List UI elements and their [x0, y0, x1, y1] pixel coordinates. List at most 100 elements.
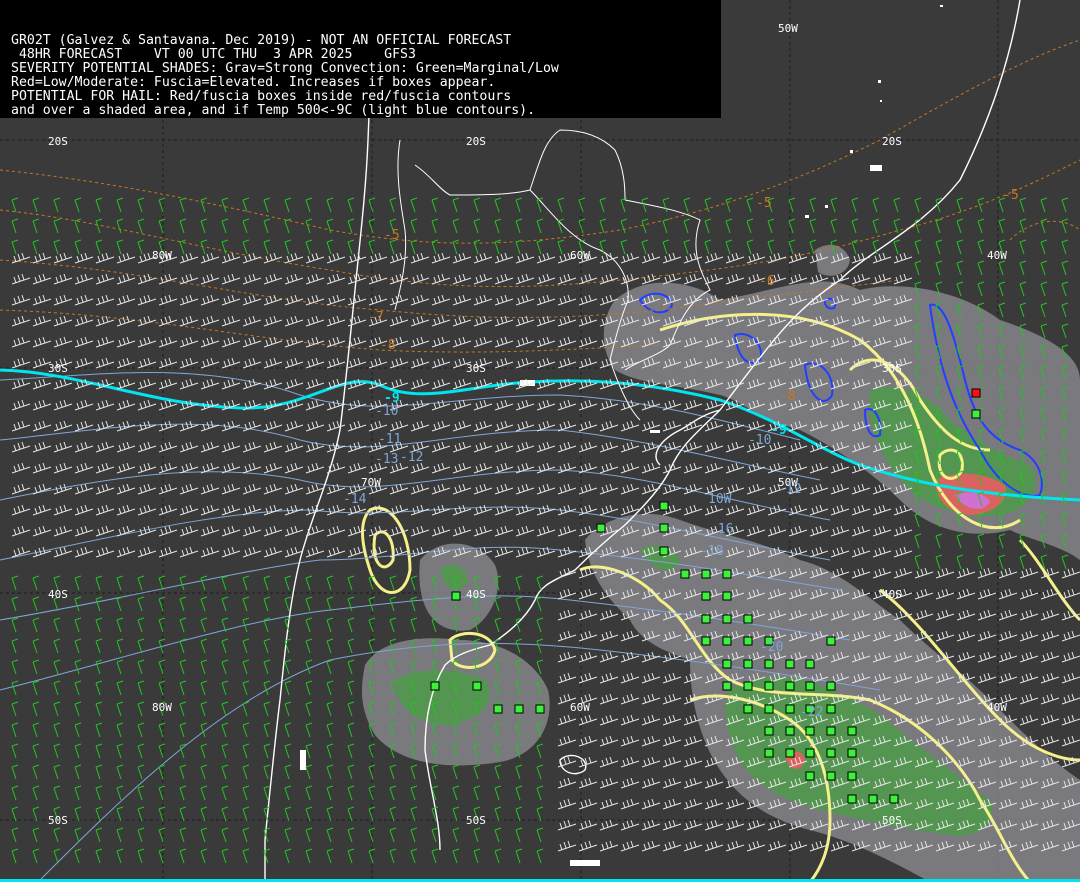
green-hail-box [764, 659, 774, 669]
grid-label: 50S [48, 814, 68, 827]
green-hail-box [743, 636, 753, 646]
green-hail-box [701, 569, 711, 579]
temp-label: -16 [710, 522, 734, 537]
green-hail-box [764, 681, 774, 691]
green-hail-box [659, 523, 669, 533]
green-hail-box [701, 614, 711, 624]
green-hail-box [785, 704, 795, 714]
grid-label: 30S [48, 362, 68, 375]
green-hail-box [680, 569, 690, 579]
green-hail-box [596, 523, 606, 533]
temp-label: -12 [400, 450, 424, 465]
green-hail-box [514, 704, 524, 714]
temp-label: -10 [748, 433, 772, 448]
green-hail-box [785, 659, 795, 669]
thickness-label: -8 [780, 389, 796, 404]
temp-label: -11 [378, 432, 402, 447]
green-hail-box [785, 748, 795, 758]
green-hail-box [659, 546, 669, 556]
green-hail-box [847, 726, 857, 736]
green-hail-box [764, 704, 774, 714]
green-hail-box [743, 659, 753, 669]
thickness-label: -8 [380, 338, 396, 353]
green-hail-box [722, 659, 732, 669]
grid-label: 70W [361, 476, 381, 489]
green-hail-box [805, 726, 815, 736]
grid-label: 50S [882, 814, 902, 827]
grid-label: 50W [778, 22, 798, 35]
grid-label: 20S [882, 135, 902, 148]
green-hail-box [764, 748, 774, 758]
green-hail-box [805, 748, 815, 758]
green-hail-box [826, 704, 836, 714]
green-hail-box [722, 614, 732, 624]
grid-label: 60W [570, 701, 590, 714]
thickness-label: -5 [756, 196, 772, 211]
forecast-header: GR02T (Galvez & Santavana. Dec 2019) - N… [0, 0, 721, 118]
grid-label: 20S [466, 135, 486, 148]
green-hail-box [722, 636, 732, 646]
grid-label: 80W [152, 249, 172, 262]
grid-label: 40W [987, 249, 1007, 262]
temp-label: -18 [700, 544, 724, 559]
green-hail-box [826, 636, 836, 646]
green-hail-box [847, 794, 857, 804]
temp-label: -22 [800, 705, 824, 720]
temp-label: -13 [375, 452, 399, 467]
temp-label: -12 [778, 482, 802, 497]
green-hail-box [722, 591, 732, 601]
green-hail-box [826, 726, 836, 736]
grid-label: 50S [466, 814, 486, 827]
green-hail-box [805, 681, 815, 691]
forecast-map [0, 0, 1080, 882]
green-hail-box [971, 409, 981, 419]
green-hail-box [659, 501, 669, 511]
green-hail-box [472, 681, 482, 691]
grid-label: 20S [48, 135, 68, 148]
green-hail-box [847, 771, 857, 781]
green-hail-box [535, 704, 545, 714]
grid-label: 60W [570, 249, 590, 262]
thickness-label: -5 [1003, 188, 1019, 203]
thickness-label: -5 [384, 228, 400, 243]
green-hail-box [451, 591, 461, 601]
temp-label: -10 [375, 404, 399, 419]
header-severity-legend: SEVERITY POTENTIAL SHADES: Grav=Strong C… [11, 61, 559, 76]
green-hail-box [764, 726, 774, 736]
green-hail-box [493, 704, 503, 714]
header-valid-time: 48HR FORECAST VT 00 UTC THU 3 APR 2025 G… [11, 47, 416, 62]
temp-label: -14 [343, 492, 367, 507]
header-severity-legend-2: Red=Low/Moderate: Fuscia=Elevated. Incre… [11, 75, 496, 90]
thickness-label: -7 [368, 310, 384, 325]
header-title: GR02T (Galvez & Santavana. Dec 2019) - N… [11, 33, 512, 48]
grid-label: 40S [466, 588, 486, 601]
green-hail-box [743, 681, 753, 691]
green-hail-box [722, 569, 732, 579]
grid-label: 30S [882, 362, 902, 375]
green-hail-box [868, 794, 878, 804]
green-hail-box [743, 614, 753, 624]
green-hail-box [701, 636, 711, 646]
green-hail-box [826, 748, 836, 758]
green-hail-box [722, 681, 732, 691]
green-hail-box [785, 726, 795, 736]
thickness-label: -6 [759, 274, 775, 289]
temp-label: 10W [708, 492, 732, 507]
header-hail-legend: POTENTIAL FOR HAIL: Red/fuscia boxes ins… [11, 89, 512, 104]
red-hail-box [971, 388, 981, 398]
green-hail-box [743, 704, 753, 714]
green-hail-box [847, 748, 857, 758]
grid-label: 30S [466, 362, 486, 375]
grid-label: 40W [987, 701, 1007, 714]
green-hail-box [785, 681, 795, 691]
green-hail-box [805, 659, 815, 669]
green-hail-box [701, 591, 711, 601]
green-hail-box [430, 681, 440, 691]
grid-label: 40S [882, 588, 902, 601]
green-hail-box [826, 681, 836, 691]
green-hail-box [889, 794, 899, 804]
grid-label: 80W [152, 701, 172, 714]
grid-label: 40S [48, 588, 68, 601]
green-hail-box [826, 771, 836, 781]
temp-label: -20 [760, 640, 784, 655]
